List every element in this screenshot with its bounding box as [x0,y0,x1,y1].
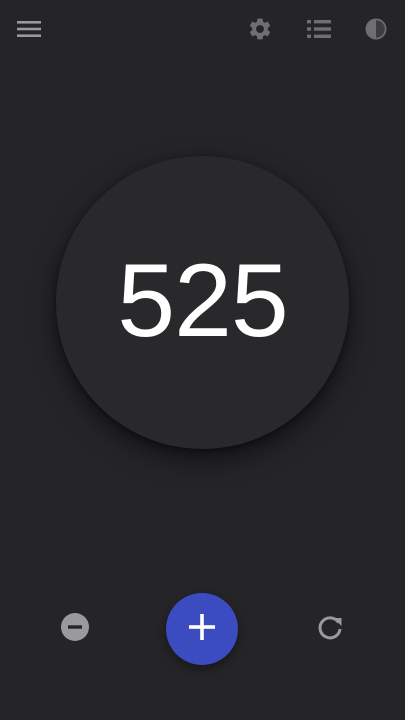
menu-icon [16,19,42,39]
top-toolbar [0,0,405,58]
counter-app: 525 [0,0,405,720]
list-icon [306,18,332,40]
counter-value: 525 [117,242,289,359]
plus-icon [187,612,217,647]
reset-button[interactable] [311,611,349,649]
menu-button[interactable] [12,12,46,46]
settings-gear-icon [247,16,273,42]
increment-button[interactable] [166,593,238,665]
decrement-button[interactable] [57,611,93,647]
minus-icon [60,612,90,647]
theme-toggle-button[interactable] [359,12,393,46]
counter-display[interactable]: 525 [56,156,349,449]
reset-icon [314,612,346,649]
contrast-icon [364,17,388,41]
settings-button[interactable] [243,12,277,46]
list-button[interactable] [302,12,336,46]
